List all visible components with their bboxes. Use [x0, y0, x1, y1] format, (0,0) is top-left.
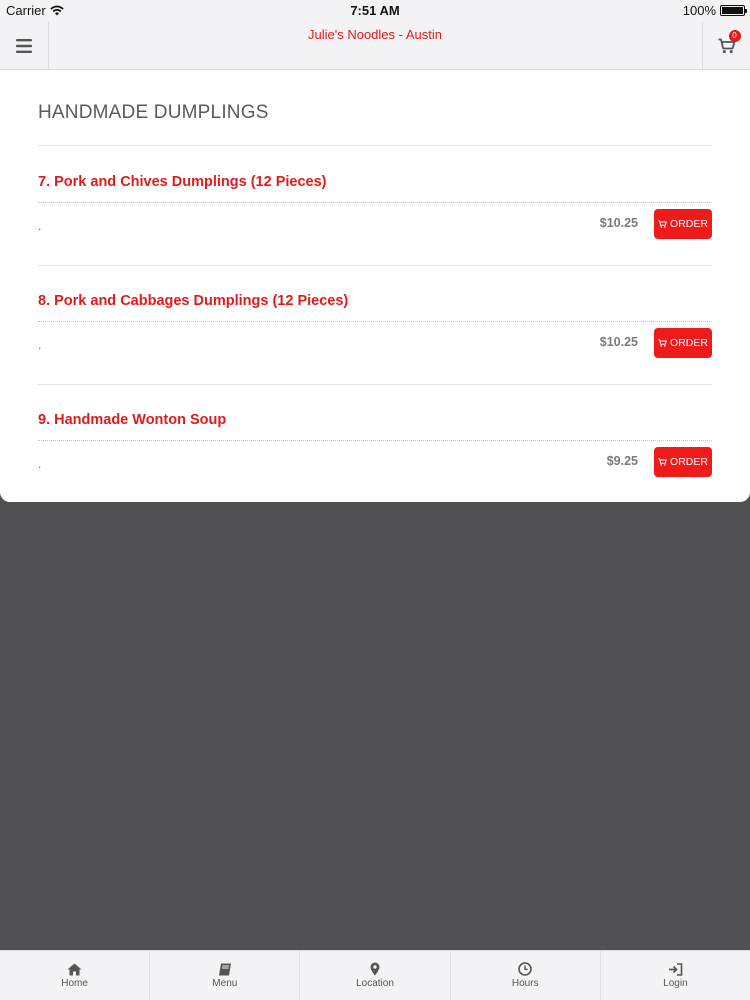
- menu-item-name[interactable]: 9. Handmade Wonton Soup: [38, 412, 226, 428]
- menu-item: 9. Handmade Wonton Soup . $9.25 ORDER: [38, 384, 712, 503]
- cart-icon: [658, 339, 668, 347]
- cart-count-badge: 0: [728, 30, 741, 42]
- cart-icon: [658, 458, 668, 466]
- cart-button[interactable]: 0: [702, 22, 750, 70]
- menu-section-card: HANDMADE DUMPLINGS 7. Pork and Chives Du…: [0, 70, 750, 502]
- menu-item-description: .: [38, 219, 42, 233]
- tab-menu[interactable]: Menu: [150, 951, 301, 1000]
- order-button[interactable]: ORDER: [654, 328, 712, 358]
- menu-item-price: $9.25: [606, 454, 638, 468]
- menu-item: 8. Pork and Cabbages Dumplings (12 Piece…: [38, 265, 712, 385]
- menu-item-price: $10.25: [599, 216, 638, 230]
- bottom-tab-bar: Home Menu Location Hours Login: [0, 950, 750, 1000]
- status-right: 100%: [682, 3, 747, 18]
- menu-item-description: .: [38, 457, 42, 471]
- menu-item-price: $10.25: [599, 335, 638, 349]
- hamburger-menu-button[interactable]: [0, 22, 49, 70]
- dotted-divider: [38, 440, 712, 441]
- battery-icon: [720, 5, 747, 16]
- map-pin-icon: [370, 962, 380, 976]
- cart-icon-wrap: 0: [718, 30, 741, 54]
- status-time: 7:51 AM: [350, 3, 400, 18]
- nav-bar: Julie's Noodles - Austin 0: [0, 22, 750, 70]
- tab-label: Hours: [511, 978, 539, 989]
- menu-item-description: .: [38, 338, 42, 352]
- menu-item: 7. Pork and Chives Dumplings (12 Pieces)…: [38, 146, 712, 266]
- tab-label: Login: [663, 977, 688, 989]
- book-icon: [218, 963, 231, 975]
- dotted-divider: [38, 321, 712, 322]
- clock-icon: [518, 962, 533, 976]
- page-title: Julie's Noodles - Austin: [308, 27, 442, 42]
- battery-percent: 100%: [682, 3, 716, 18]
- order-button[interactable]: ORDER: [654, 209, 712, 239]
- order-button-label: ORDER: [670, 337, 708, 349]
- tab-location[interactable]: Location: [300, 951, 451, 1000]
- tab-home[interactable]: Home: [0, 951, 151, 1000]
- tab-hours[interactable]: Hours: [451, 951, 601, 1000]
- order-button-label: ORDER: [670, 218, 708, 230]
- cart-icon: [658, 220, 668, 228]
- order-button[interactable]: ORDER: [654, 447, 712, 477]
- menu-item-name[interactable]: 7. Pork and Chives Dumplings (12 Pieces): [38, 174, 327, 190]
- dotted-divider: [38, 202, 712, 203]
- section-title: HANDMADE DUMPLINGS: [38, 102, 269, 123]
- sign-in-icon: [668, 962, 683, 976]
- home-icon: [67, 963, 82, 975]
- status-bar: Carrier 7:51 AM 100%: [0, 0, 750, 22]
- menu-item-name[interactable]: 8. Pork and Cabbages Dumplings (12 Piece…: [38, 293, 348, 309]
- tab-login[interactable]: Login: [601, 951, 750, 1000]
- hamburger-icon: [16, 39, 32, 53]
- order-button-label: ORDER: [670, 456, 708, 468]
- tab-label: Menu: [212, 977, 238, 989]
- screen: Carrier 7:51 AM 100% Julie's Noodles - A…: [0, 0, 750, 1000]
- tab-label: Home: [61, 977, 88, 989]
- tab-label: Location: [356, 978, 394, 989]
